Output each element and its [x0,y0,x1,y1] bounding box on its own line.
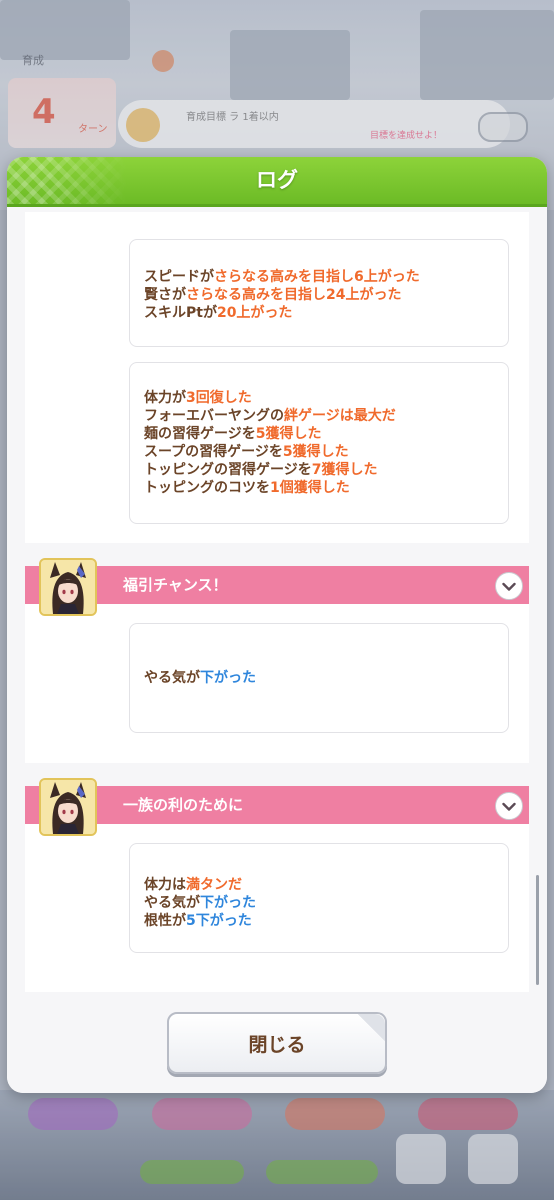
event-section: 一族の利のために 体力は満タンだ やる気が下がった 根性が5下がった [25,778,529,992]
log-line: 体力が3回復した [144,389,396,407]
log-entry-card: やる気が下がった [129,623,509,733]
log-line-segment: 下がった [200,670,256,686]
log-entry-lines: やる気が下がった [144,669,256,687]
log-line-segment: 根性が [144,913,186,929]
log-line: やる気が下がった [144,669,256,687]
log-entry-lines: 体力が3回復した フォーエバーヤングの絆ゲージは最大だ 麺の習得ゲージを5獲得したス… [144,389,396,497]
log-line-segment: 3回復した [186,390,252,406]
log-entry-lines: 体力は満タンだ やる気が下がった 根性が5下がった [144,876,256,930]
log-line-segment: 絆ゲージは最大だ [284,408,396,424]
log-scroll-area[interactable]: スピードがさらなる高みを目指し6上がった 賢さがさらなる高みを目指し24上がったス… [25,212,529,992]
character-portrait [39,778,97,836]
log-line-segment: 下がった [200,895,256,911]
dialog-footer: 閉じる [7,995,547,1093]
close-button[interactable]: 閉じる [167,1012,387,1074]
close-button-label: 閉じる [248,1033,306,1056]
log-line-segment: 5下がった [186,913,252,929]
log-line-segment: さらなる高みを目指し24上がった [186,287,402,303]
log-line: トッピングの習得ゲージを7獲得した [144,461,396,479]
log-line-segment: 体力が [144,390,186,406]
log-line-segment: 賢さが [144,287,186,303]
log-line-segment: 5獲得した [282,444,349,460]
log-line-segment: フォーエバーヤングの [144,408,284,424]
button-gloss [345,1014,385,1042]
character-portrait [39,558,97,616]
event-header[interactable]: 福引チャンス！ [25,566,529,604]
log-line: 賢さがさらなる高みを目指し24上がった [144,286,420,304]
log-entry-lines: スピードがさらなる高みを目指し6上がった 賢さがさらなる高みを目指し24上がったス… [144,268,420,322]
log-line-segment: 7獲得した [311,462,378,478]
log-line-segment: 1個獲得した [270,480,350,496]
event-section: 福引チャンス！ やる気が下がった [25,558,529,763]
log-line: トッピングのコツを1個獲得した [144,479,396,497]
scrollbar-thumb[interactable] [536,875,539,985]
log-line-segment: トッピングの習得ゲージを [144,462,312,478]
log-line-segment: スピードが [144,269,214,285]
log-dialog: ログ スピードがさらなる高みを目指し6上がった 賢さがさらなる高みを目指し24上が… [7,157,547,1093]
log-line-segment: スープの習得ゲージを [144,444,283,460]
log-line-segment: やる気が [144,895,200,911]
log-line-segment: 麺の習得ゲージを [144,426,256,442]
log-line-segment: 20上がった [216,305,293,321]
chevron-down-icon [502,797,516,816]
expand-button[interactable] [495,792,523,820]
log-line: やる気が下がった [144,894,256,912]
expand-button[interactable] [495,572,523,600]
event-title: 福引チャンス！ [123,576,228,594]
log-line-segment: 5獲得した [255,426,322,442]
log-line: 麺の習得ゲージを5獲得した [144,425,396,443]
dialog-title: ログ [256,168,298,192]
log-line: スピードがさらなる高みを目指し6上がった [144,268,420,286]
log-line-segment: やる気が [144,670,200,686]
chevron-down-icon [502,577,516,596]
log-line: 体力は満タンだ [144,876,256,894]
log-line-segment: さらなる高みを目指し6上がった [214,269,420,285]
log-line: フォーエバーヤングの絆ゲージは最大だ [144,407,396,425]
log-line-segment: スキルPtが [144,305,217,321]
log-line-segment: 満タンだ [186,877,242,893]
log-section: スピードがさらなる高みを目指し6上がった 賢さがさらなる高みを目指し24上がったス… [25,212,529,543]
log-line: 根性が5下がった [144,912,256,930]
log-line: スキルPtが20上がった [144,304,420,322]
log-line-segment: 体力は [144,877,186,893]
event-title: 一族の利のために [123,796,244,814]
dialog-header: ログ [7,157,547,207]
log-line-segment: トッピングのコツを [144,480,270,496]
log-entry-card: スピードがさらなる高みを目指し6上がった 賢さがさらなる高みを目指し24上がったス… [129,239,509,347]
log-entry-card: 体力が3回復した フォーエバーヤングの絆ゲージは最大だ 麺の習得ゲージを5獲得したス… [129,362,509,524]
event-header[interactable]: 一族の利のために [25,786,529,824]
log-entry-card: 体力は満タンだ やる気が下がった 根性が5下がった [129,843,509,953]
log-line: スープの習得ゲージを5獲得した [144,443,396,461]
